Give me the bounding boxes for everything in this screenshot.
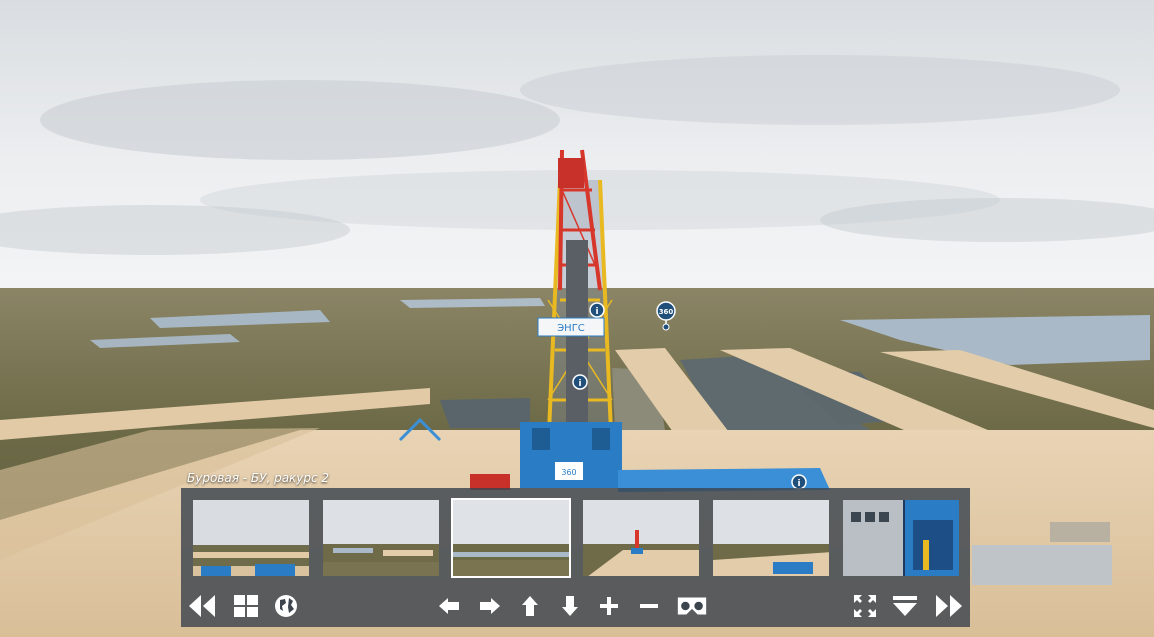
thumbnails-grid-icon[interactable] xyxy=(229,586,263,626)
next-scene-icon[interactable] xyxy=(932,586,966,626)
thumbnail-strip xyxy=(191,498,961,578)
svg-text:i: i xyxy=(578,379,581,389)
rig-base-sign: 360 xyxy=(561,468,576,477)
info-hotspot-3-icon[interactable]: i xyxy=(791,474,807,490)
scene-caption: Буровая - БУ, ракурс 2 xyxy=(187,471,330,485)
scene-thumbnail-6[interactable] xyxy=(841,498,961,578)
hide-panel-icon[interactable] xyxy=(888,586,922,626)
pan-up-icon[interactable] xyxy=(513,586,547,626)
navigation-toolbar xyxy=(181,586,970,626)
hotspot-360-label: 360 xyxy=(659,308,674,316)
vr-headset-icon[interactable] xyxy=(675,586,709,626)
info-hotspot-1-icon[interactable]: i xyxy=(589,302,605,318)
prev-scene-icon[interactable] xyxy=(185,586,219,626)
pan-left-icon[interactable] xyxy=(432,586,466,626)
map-globe-icon[interactable] xyxy=(269,586,303,626)
scene-thumbnail-5[interactable] xyxy=(711,498,831,578)
scene-thumbnail-1[interactable] xyxy=(191,498,311,578)
control-panel xyxy=(181,488,970,627)
info-hotspot-2-icon[interactable]: i xyxy=(572,374,588,390)
pan-down-icon[interactable] xyxy=(553,586,587,626)
pan-right-icon[interactable] xyxy=(473,586,507,626)
scene-thumbnail-3-active[interactable] xyxy=(451,498,571,578)
svg-text:i: i xyxy=(595,307,598,317)
scene-thumbnail-2[interactable] xyxy=(321,498,441,578)
fullscreen-icon[interactable] xyxy=(848,586,882,626)
zoom-out-icon[interactable] xyxy=(632,586,666,626)
rig-sign: ЭНГС xyxy=(557,323,585,334)
zoom-in-icon[interactable] xyxy=(592,586,626,626)
scene-thumbnail-4[interactable] xyxy=(581,498,701,578)
